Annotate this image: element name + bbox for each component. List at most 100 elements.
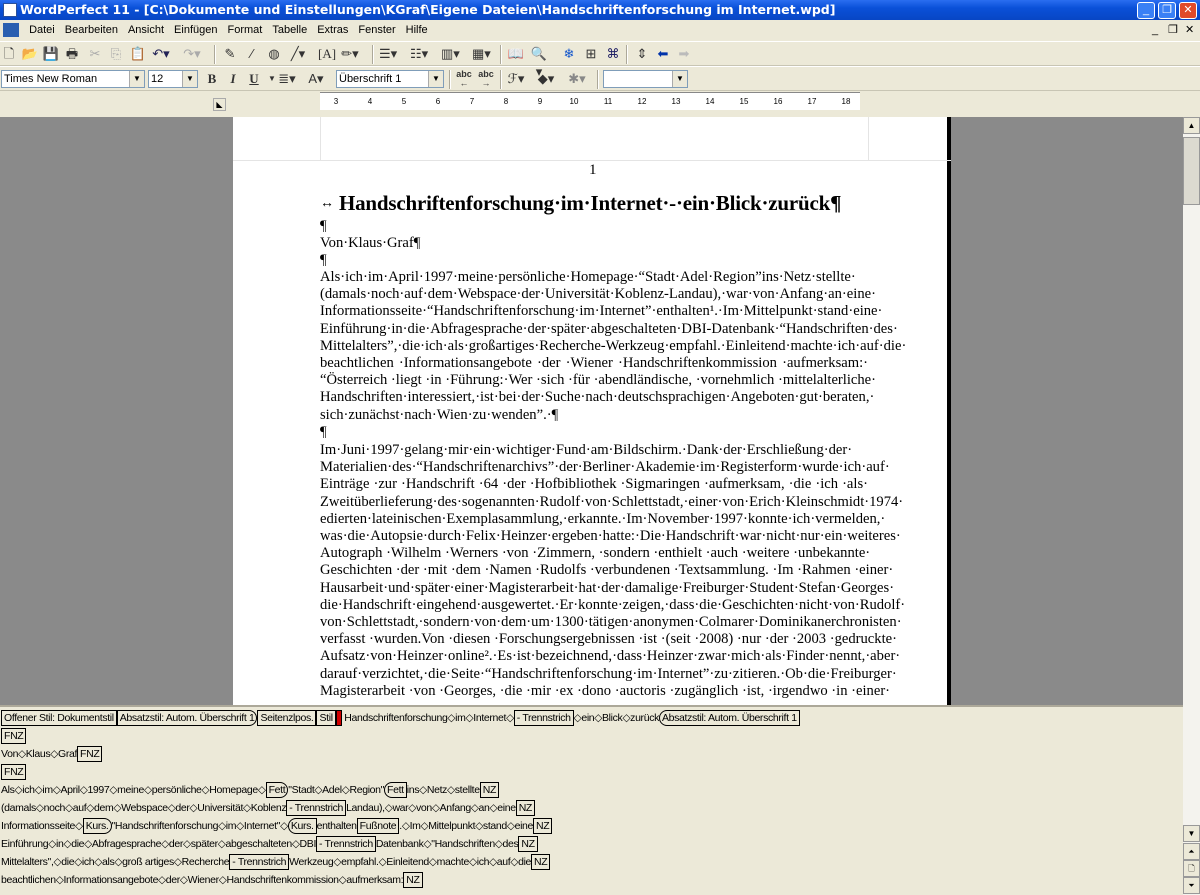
format-code[interactable]: Seitenzlpos. bbox=[257, 710, 317, 726]
page-icon[interactable]: 🗋 bbox=[1183, 860, 1200, 877]
print-icon[interactable]: 🖶 bbox=[63, 45, 81, 63]
menu-fenster[interactable]: Fenster bbox=[353, 20, 400, 40]
justify-icon[interactable]: ≣▾ bbox=[278, 70, 296, 88]
menu-bearbeiten[interactable]: Bearbeiten bbox=[60, 20, 123, 40]
format-code[interactable]: NZ bbox=[403, 872, 423, 888]
redo-icon[interactable]: ↷▾ bbox=[183, 45, 201, 63]
paste-icon[interactable]: 📋 bbox=[129, 45, 147, 63]
new-icon[interactable]: 🗋 bbox=[0, 45, 18, 63]
code-text: Als◇ich◇im◇April◇1997◇meine◇persönliche◇… bbox=[1, 784, 266, 796]
save-icon[interactable]: 💾 bbox=[42, 45, 60, 63]
forward-arrow-icon[interactable]: ➡ bbox=[675, 45, 693, 63]
next-page-button[interactable]: ⏷ bbox=[1183, 877, 1200, 894]
menu-hilfe[interactable]: Hilfe bbox=[401, 20, 433, 40]
pen-icon[interactable]: ✎ bbox=[221, 45, 239, 63]
format-code[interactable]: NZ bbox=[518, 836, 538, 852]
italic-button[interactable]: I bbox=[224, 70, 242, 88]
format-code[interactable]: NZ bbox=[531, 854, 551, 870]
ruler-tick: 7 bbox=[469, 97, 475, 106]
table-icon[interactable]: ▦▾ bbox=[472, 45, 491, 63]
format-code[interactable]: FNZ bbox=[1, 764, 27, 780]
hyphen-right-icon[interactable]: abc → bbox=[477, 70, 495, 88]
scroll-up-button[interactable]: ▲ bbox=[1183, 117, 1200, 134]
ruler-tick: 15 bbox=[739, 97, 749, 106]
font-color-icon[interactable]: A▾ bbox=[307, 70, 325, 88]
underline-button[interactable]: U bbox=[245, 70, 263, 88]
format-code[interactable]: FNZ bbox=[77, 746, 103, 762]
doc-minimize-button[interactable]: _ bbox=[1152, 20, 1158, 40]
format-code[interactable]: - Trennstrich bbox=[286, 800, 347, 816]
symbols-icon[interactable]: ❄ bbox=[560, 45, 578, 63]
tab-set-button[interactable]: ◣ bbox=[213, 98, 226, 111]
numbering-icon[interactable]: ☰▾ bbox=[379, 45, 397, 63]
format-code[interactable]: - Trennstrich bbox=[513, 710, 574, 726]
bold-button[interactable]: B bbox=[203, 70, 221, 88]
code-text: (damals◇noch◇auf◇dem◇Webspace◇der◇Univer… bbox=[1, 802, 287, 814]
highlight-icon[interactable]: ✏▾ bbox=[341, 45, 359, 63]
format-code[interactable]: NZ bbox=[533, 818, 553, 834]
vertical-scrollbar[interactable]: ▲ ▼ ⏶ 🗋 ⏷ bbox=[1183, 117, 1200, 895]
book-icon[interactable]: 📖 bbox=[507, 45, 525, 63]
draw-icon[interactable]: ∕ bbox=[243, 45, 261, 63]
format-code[interactable]: Fußnote bbox=[356, 818, 400, 834]
reveal-codes-pane[interactable]: Offener Stil: Dokumentstil Absatzstil: Au… bbox=[0, 705, 1183, 895]
clipart-icon[interactable]: ◍ bbox=[265, 45, 283, 63]
ruler[interactable]: 3 4 5 6 7 8 9 10 11 12 13 14 15 16 17 18 bbox=[320, 92, 860, 110]
format-code[interactable]: Kurs. bbox=[82, 818, 112, 834]
format-code[interactable]: NZ bbox=[515, 800, 535, 816]
textbox-icon[interactable]: [A] bbox=[318, 45, 336, 63]
format-code[interactable]: - Trennstrich bbox=[229, 854, 290, 870]
format-code[interactable]: Absatzstil: Autom. Überschrift 1 bbox=[116, 710, 258, 726]
reveal-codes-line: Einführung◇in◇die◇Abfragesprache◇der◇spä… bbox=[1, 836, 538, 854]
close-button[interactable]: ✕ bbox=[1179, 2, 1197, 19]
page[interactable]: 1 ↔ Handschriftenforschung·im·Internet·-… bbox=[233, 117, 951, 705]
menu-tabelle[interactable]: Tabelle bbox=[267, 20, 312, 40]
hyphen-left-icon[interactable]: abc ← bbox=[455, 70, 473, 88]
style-select[interactable]: Überschrift 1 ▼ bbox=[336, 70, 444, 88]
spacing-icon[interactable]: ✱▾ bbox=[568, 70, 586, 88]
zoom-icon[interactable]: 🔍▾ bbox=[530, 45, 548, 79]
fill-icon[interactable]: ◆▾ bbox=[537, 70, 555, 88]
format-code[interactable]: Kurs. bbox=[287, 818, 317, 834]
scroll-down-button[interactable]: ▼ bbox=[1183, 825, 1200, 842]
web-icon[interactable]: ⌘ bbox=[604, 45, 622, 63]
font-size-select[interactable]: 12 ▼ bbox=[148, 70, 198, 88]
format-code[interactable]: Absatzstil: Autom. Überschrift 1 bbox=[659, 710, 800, 726]
reveal-codes-icon[interactable]: ⇕ bbox=[633, 45, 651, 63]
code-text: Handschriftenforschung◇im◇Internet◇ bbox=[341, 712, 514, 724]
format-code[interactable]: - Trennstrich bbox=[316, 836, 376, 852]
format-code[interactable]: Stil bbox=[316, 710, 336, 726]
document-area[interactable]: 1 ↔ Handschriftenforschung·im·Internet·-… bbox=[0, 117, 1183, 705]
open-icon[interactable]: 📂 bbox=[21, 45, 39, 63]
line-icon[interactable]: ╱▾ bbox=[289, 45, 307, 63]
text-line: was·die·Autopsie·durch·Felix·Heinzer·erg… bbox=[320, 528, 901, 544]
scroll-thumb[interactable] bbox=[1183, 137, 1200, 205]
doc-restore-button[interactable]: ❐ bbox=[1168, 20, 1178, 40]
code-text: .◇Im◇Mittelpunkt◇stand◇eine bbox=[399, 820, 534, 832]
format-code[interactable]: Fett bbox=[384, 782, 407, 798]
text-line: Aufsatz·von·Heinzer·online².·Es·ist·beze… bbox=[320, 648, 901, 665]
extra-select[interactable]: ▼ bbox=[603, 70, 688, 88]
format-code[interactable]: Offener Stil: Dokumentstil bbox=[1, 710, 117, 726]
format-code[interactable]: NZ bbox=[479, 782, 500, 798]
restore-button[interactable]: ❐ bbox=[1158, 2, 1176, 19]
template-icon[interactable]: ⊞ bbox=[582, 45, 600, 63]
menu-datei[interactable]: Datei bbox=[24, 20, 60, 40]
copy-icon[interactable]: ⎘ bbox=[107, 45, 125, 63]
back-arrow-icon[interactable]: ⬅ bbox=[654, 45, 672, 63]
undo-icon[interactable]: ↶▾ bbox=[152, 45, 170, 63]
doc-close-button[interactable]: ✕ bbox=[1185, 20, 1194, 40]
font-select[interactable]: Times New Roman ▼ bbox=[1, 70, 145, 88]
prompt-icon[interactable]: ℱ▾ bbox=[507, 70, 525, 88]
menu-extras[interactable]: Extras bbox=[312, 20, 353, 40]
format-code[interactable]: Fett bbox=[265, 782, 289, 798]
previous-page-button[interactable]: ⏶ bbox=[1183, 843, 1200, 860]
menu-einfügen[interactable]: Einfügen bbox=[169, 20, 222, 40]
cut-icon[interactable]: ✂ bbox=[86, 45, 104, 63]
format-code[interactable]: FNZ bbox=[1, 728, 27, 744]
minimize-button[interactable]: _ bbox=[1137, 2, 1155, 19]
menu-format[interactable]: Format bbox=[222, 20, 267, 40]
bullets-icon[interactable]: ☷▾ bbox=[410, 45, 428, 63]
menu-ansicht[interactable]: Ansicht bbox=[123, 20, 169, 40]
columns-icon[interactable]: ▥▾ bbox=[441, 45, 460, 63]
